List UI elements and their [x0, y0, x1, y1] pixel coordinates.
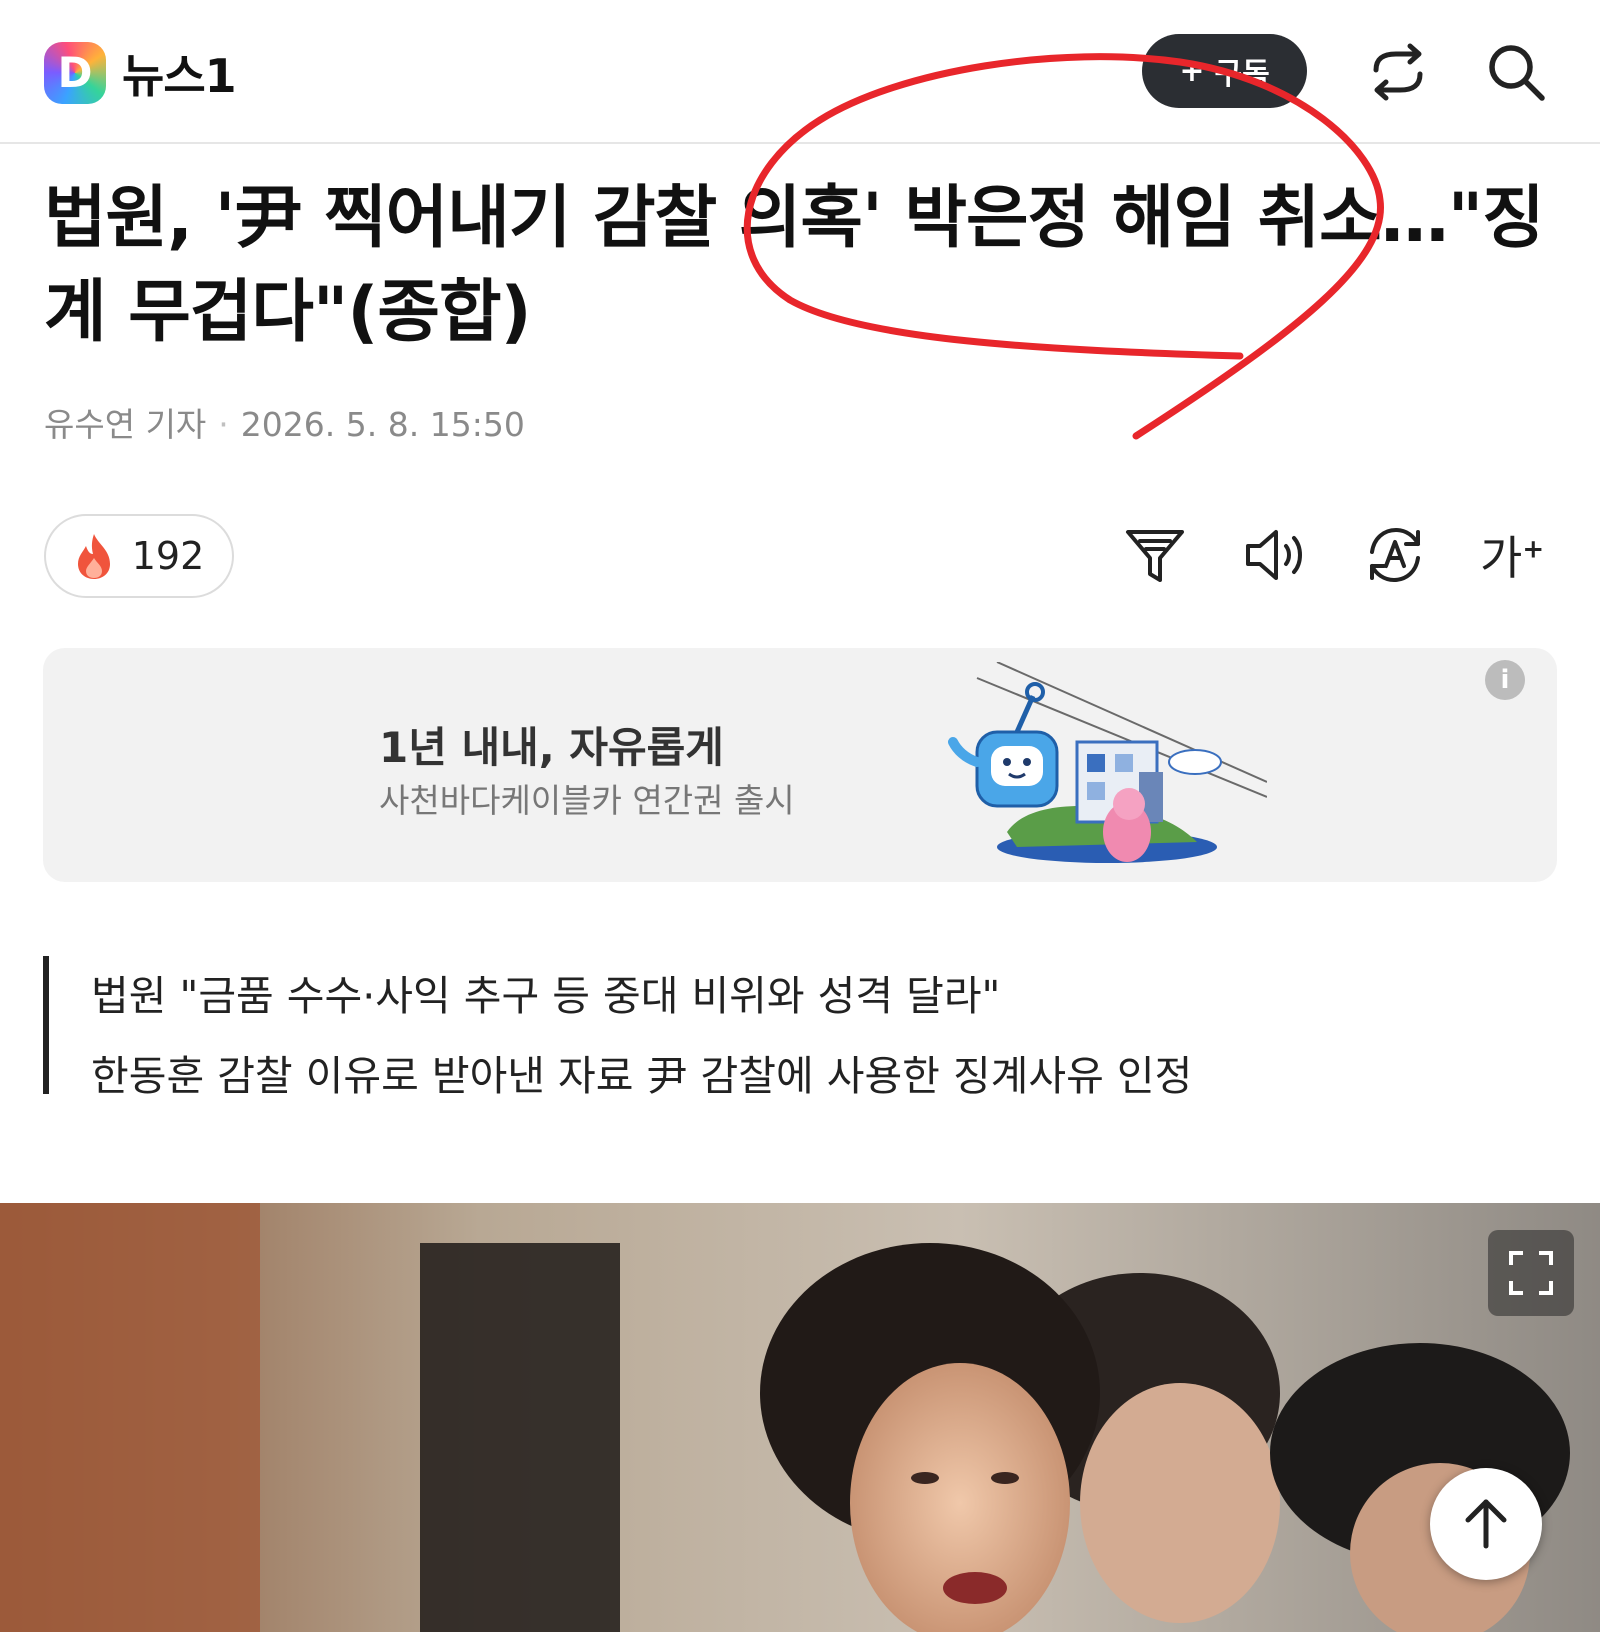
reporter-name[interactable]: 유수연 기자 [44, 405, 206, 444]
subscribe-label: 구독 [1214, 57, 1270, 92]
expand-photo-button[interactable] [1488, 1230, 1574, 1316]
plus-icon: + [1179, 53, 1205, 89]
ad-banner[interactable]: 1년 내내, 자유롭게 사천바다케이블카 연간권 출시 i [43, 648, 1557, 882]
font-size-label: 가 [1480, 531, 1523, 585]
byline-separator: · [218, 405, 229, 444]
article-summary: 법원 "금품 수수·사익 추구 등 중대 비위와 성격 달라" 한동훈 감찰 이… [43, 956, 1543, 1100]
font-size-icon[interactable]: 가+ [1480, 522, 1544, 588]
font-size-plus: + [1522, 534, 1545, 565]
article-headline: 법원, '尹 찍어내기 감찰 의혹' 박은정 해임 취소…"징계 무겁다"(종합… [44, 179, 1545, 352]
translate-icon[interactable] [1362, 522, 1428, 588]
subscribe-button[interactable]: + 구독 [1142, 34, 1307, 108]
cable-car-illustration [948, 662, 1267, 863]
summary-icon[interactable] [1122, 522, 1188, 588]
summary-line: 법원 "금품 수수·사익 추구 등 중대 비위와 성격 달라" [91, 972, 1001, 1020]
reaction-count: 192 [131, 534, 205, 578]
search-icon[interactable] [1484, 40, 1548, 104]
flame-icon [77, 534, 110, 579]
ad-info-icon[interactable]: i [1485, 660, 1525, 700]
publish-datetime: 2026. 5. 8. 15:50 [240, 405, 525, 444]
logo-badge: D [44, 42, 106, 104]
top-app-bar: D 뉴스1 + 구독 [0, 0, 1600, 144]
fullscreen-icon [1509, 1251, 1553, 1295]
ad-title: 1년 내내, 자유롭게 [379, 723, 724, 772]
ad-subtitle: 사천바다케이블카 연간권 출시 [379, 781, 795, 820]
byline: 유수연 기자 · 2026. 5. 8. 15:50 [44, 398, 525, 446]
news1-logo[interactable]: D 뉴스1 [44, 40, 237, 106]
reaction-button[interactable]: 192 [44, 514, 234, 598]
summary-line: 한동훈 감찰 이유로 받아낸 자료 尹 감찰에 사용한 징계사유 인정 [91, 1052, 1193, 1100]
photo-image [0, 1203, 1600, 1632]
logo-letter: D [57, 48, 93, 97]
article-photo[interactable] [0, 1203, 1600, 1632]
arrow-up-icon [1465, 1499, 1507, 1549]
scroll-top-button[interactable] [1430, 1468, 1542, 1580]
brand-name: 뉴스1 [122, 49, 237, 103]
speaker-icon[interactable] [1242, 522, 1308, 588]
share-icon[interactable] [1366, 40, 1430, 104]
